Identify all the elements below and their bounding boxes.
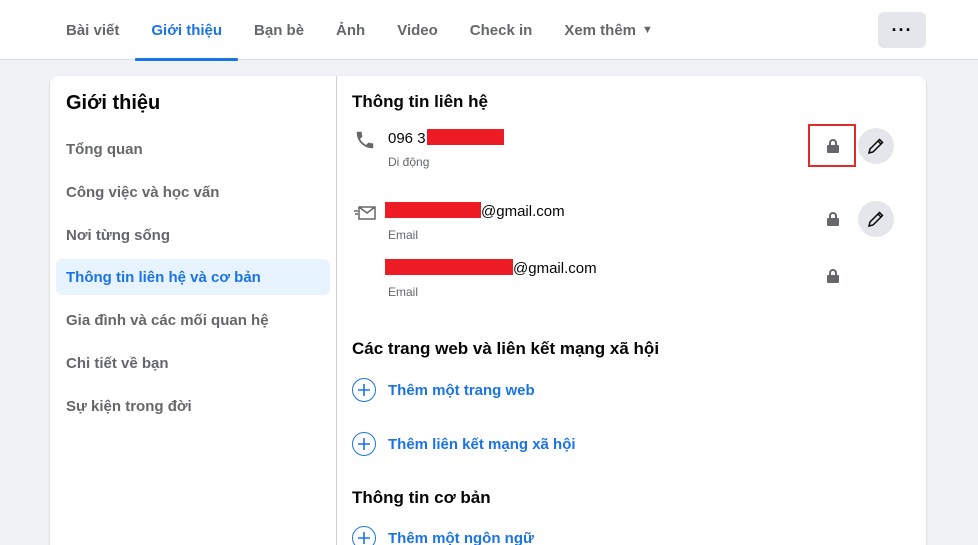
tab-about[interactable]: Giới thiệu — [135, 0, 238, 61]
sidebar-item-overview[interactable]: Tổng quan — [56, 131, 330, 167]
email-domain: @gmail.com — [481, 203, 565, 220]
phone-number-visible: 096 3 — [388, 130, 426, 147]
edit-email-button[interactable] — [858, 201, 894, 237]
privacy-lock-icon[interactable] — [825, 137, 841, 155]
sidebar-item-details-about-you[interactable]: Chi tiết về bạn — [56, 345, 330, 381]
sidebar-item-family-relationships[interactable]: Gia đình và các mối quan hệ — [56, 302, 330, 338]
redaction-bar — [385, 202, 481, 218]
phone-icon — [352, 127, 378, 153]
edit-phone-button[interactable] — [858, 128, 894, 164]
email-address-1: @gmail.com — [385, 202, 565, 220]
about-sidebar-title: Giới thiệu — [66, 92, 161, 114]
tab-photos-label: Ảnh — [336, 21, 366, 39]
email-domain: @gmail.com — [513, 260, 597, 277]
add-website-button[interactable]: Thêm một trang web — [352, 377, 535, 403]
profile-tab-bar: Bài viết Giới thiệu Bạn bè Ảnh Video Che… — [0, 0, 978, 61]
tab-checkins[interactable]: Check in — [454, 0, 549, 60]
privacy-lock-icon[interactable] — [825, 210, 841, 228]
sidebar-item-label: Tổng quan — [66, 140, 143, 158]
sidebar-item-label: Chi tiết về bạn — [66, 354, 169, 372]
add-social-link-label: Thêm liên kết mạng xã hội — [388, 435, 576, 453]
sidebar-item-places-lived[interactable]: Nơi từng sống — [56, 217, 330, 253]
column-divider — [336, 76, 337, 545]
sidebar-item-label: Công việc và học vấn — [66, 183, 220, 201]
tab-friends-label: Bạn bè — [254, 21, 305, 39]
tab-about-label: Giới thiệu — [151, 21, 223, 39]
sidebar-item-label: Gia đình và các mối quan hệ — [66, 311, 269, 329]
add-website-label: Thêm một trang web — [388, 381, 535, 399]
pencil-icon — [867, 138, 884, 155]
tab-list: Bài viết Giới thiệu Bạn bè Ảnh Video Che… — [50, 0, 669, 61]
email-type-label: Email — [388, 228, 419, 242]
add-social-link-button[interactable]: Thêm liên kết mạng xã hội — [352, 431, 576, 457]
redaction-bar — [426, 129, 504, 145]
more-options-button[interactable]: ··· — [878, 12, 926, 48]
plus-circle-icon — [352, 432, 376, 456]
tab-more-label: Xem thêm — [564, 21, 637, 39]
sidebar-item-label: Thông tin liên hệ và cơ bản — [66, 268, 261, 286]
tab-videos[interactable]: Video — [381, 0, 454, 60]
about-card: Giới thiệu Tổng quan Công việc và học vấ… — [50, 76, 926, 545]
tab-photos[interactable]: Ảnh — [320, 0, 381, 60]
websites-social-title: Các trang web và liên kết mạng xã hội — [352, 339, 660, 358]
plus-circle-icon — [352, 526, 376, 545]
add-language-button[interactable]: Thêm một ngôn ngữ — [352, 525, 534, 545]
tab-posts[interactable]: Bài viết — [50, 0, 135, 60]
redaction-bar — [385, 259, 513, 275]
email-type-label: Email — [388, 285, 419, 299]
phone-number: 096 3 — [388, 129, 504, 147]
tab-friends[interactable]: Bạn bè — [238, 0, 320, 60]
email-icon — [352, 200, 378, 226]
add-language-label: Thêm một ngôn ngữ — [388, 529, 534, 545]
privacy-lock-icon[interactable] — [825, 267, 841, 285]
tab-more[interactable]: Xem thêm ▼ — [548, 0, 669, 60]
plus-circle-icon — [352, 378, 376, 402]
pencil-icon — [867, 211, 884, 228]
sidebar-item-label: Nơi từng sống — [66, 226, 171, 244]
contact-info-title: Thông tin liên hệ — [352, 92, 488, 111]
tab-posts-label: Bài viết — [66, 21, 120, 39]
phone-type-label: Di động — [388, 155, 430, 169]
tab-checkins-label: Check in — [469, 21, 533, 39]
more-options-icon: ··· — [891, 19, 913, 40]
sidebar-item-work-education[interactable]: Công việc và học vấn — [56, 174, 330, 210]
sidebar-item-label: Sự kiện trong đời — [66, 397, 192, 415]
sidebar-item-life-events[interactable]: Sự kiện trong đời — [56, 388, 330, 424]
caret-down-icon: ▼ — [642, 24, 653, 36]
sidebar-item-contact-basic-info[interactable]: Thông tin liên hệ và cơ bản — [56, 259, 330, 295]
basic-info-title: Thông tin cơ bản — [352, 488, 491, 507]
tab-videos-label: Video — [397, 21, 438, 39]
email-address-2: @gmail.com — [385, 259, 597, 277]
